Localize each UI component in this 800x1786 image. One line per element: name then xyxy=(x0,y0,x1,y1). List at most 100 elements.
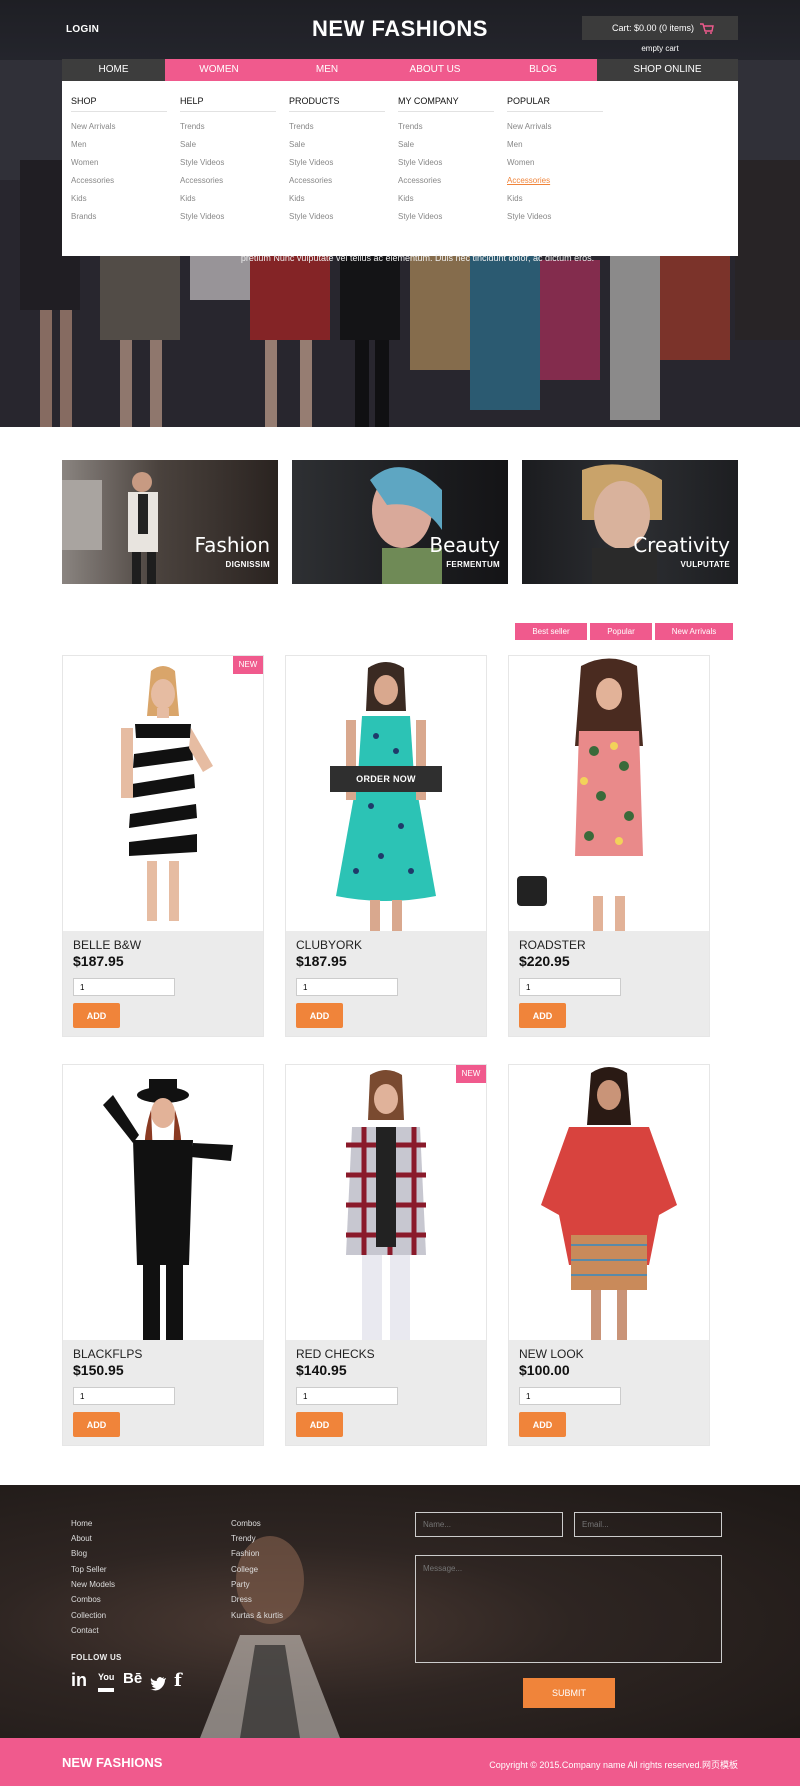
filter-popular[interactable]: Popular xyxy=(590,623,652,640)
product-card[interactable]: ORDER NOW CLUBYORK $187.95 ADD xyxy=(285,655,487,1037)
footer-logo[interactable]: NEW FASHIONS xyxy=(62,1755,162,1770)
product-card[interactable]: NEW LOOK $100.00 ADD xyxy=(508,1064,710,1446)
mega-link[interactable]: Accessories xyxy=(71,172,167,190)
product-image xyxy=(286,1065,486,1340)
add-to-cart-button[interactable]: ADD xyxy=(519,1412,566,1437)
mega-link[interactable]: Style Videos xyxy=(398,208,494,226)
cart-summary: Cart: $0.00 (0 items) xyxy=(612,23,695,33)
mega-link[interactable]: Sale xyxy=(180,136,276,154)
mega-link[interactable]: Style Videos xyxy=(289,154,385,172)
mega-link[interactable]: Women xyxy=(71,154,167,172)
filter-best-seller[interactable]: Best seller xyxy=(515,623,587,640)
footer-link[interactable]: Combos xyxy=(71,1595,101,1604)
quantity-input[interactable] xyxy=(73,978,175,996)
footer-link[interactable]: Home xyxy=(71,1519,92,1528)
empty-cart-link[interactable]: empty cart xyxy=(582,44,738,53)
footer-link[interactable]: Combos xyxy=(231,1519,261,1528)
mega-col-title: SHOP xyxy=(71,96,167,112)
submit-button[interactable]: SUBMIT xyxy=(523,1678,615,1708)
nav-men[interactable]: MEN xyxy=(273,59,381,81)
mega-link[interactable]: Men xyxy=(71,136,167,154)
footer-link[interactable]: Trendy xyxy=(231,1534,256,1543)
mega-link[interactable]: New Arrivals xyxy=(507,118,603,136)
cart-button[interactable]: Cart: $0.00 (0 items) xyxy=(582,16,738,40)
name-field[interactable] xyxy=(415,1512,563,1537)
product-name[interactable]: BELLE B&W xyxy=(73,938,141,952)
mega-link[interactable]: Kids xyxy=(507,190,603,208)
mega-link[interactable]: Brands xyxy=(71,208,167,226)
product-card[interactable]: BLACKFLPS $150.95 ADD xyxy=(62,1064,264,1446)
product-name[interactable]: BLACKFLPS xyxy=(73,1347,142,1361)
nav-about-us[interactable]: ABOUT US xyxy=(381,59,489,81)
footer-link[interactable]: About xyxy=(71,1534,92,1543)
mega-link[interactable]: Style Videos xyxy=(180,154,276,172)
order-now-button[interactable]: ORDER NOW xyxy=(330,766,442,792)
nav-shop-online[interactable]: SHOP ONLINE xyxy=(597,59,738,81)
facebook-icon[interactable]: f xyxy=(174,1670,182,1691)
mega-col-my-company: MY COMPANY Trends Sale Style Videos Acce… xyxy=(398,96,494,226)
youtube-icon[interactable]: You xyxy=(98,1672,115,1692)
quantity-input[interactable] xyxy=(296,978,398,996)
mega-link[interactable]: Kids xyxy=(398,190,494,208)
filter-new-arrivals[interactable]: New Arrivals xyxy=(655,623,733,640)
product-name[interactable]: ROADSTER xyxy=(519,938,586,952)
mega-link[interactable]: Sale xyxy=(289,136,385,154)
behance-icon[interactable]: Bē xyxy=(123,1670,142,1690)
product-name[interactable]: NEW LOOK xyxy=(519,1347,584,1361)
footer-link[interactable]: Contact xyxy=(71,1626,99,1635)
footer-link[interactable]: Dress xyxy=(231,1595,252,1604)
add-to-cart-button[interactable]: ADD xyxy=(296,1412,343,1437)
mega-link[interactable]: Kids xyxy=(180,190,276,208)
footer-link[interactable]: New Models xyxy=(71,1580,115,1589)
product-card[interactable]: NEW BELLE B&W $187.95 ADD xyxy=(62,655,264,1037)
footer-link[interactable]: Blog xyxy=(71,1549,87,1558)
mega-link[interactable]: Trends xyxy=(398,118,494,136)
footer-link[interactable]: Kurtas & kurtis xyxy=(231,1611,283,1620)
nav-blog[interactable]: BLOG xyxy=(489,59,597,81)
mega-link[interactable]: Kids xyxy=(71,190,167,208)
add-to-cart-button[interactable]: ADD xyxy=(73,1003,120,1028)
banner-creativity[interactable]: Creativity VULPUTATE xyxy=(522,460,738,584)
mega-link[interactable]: New Arrivals xyxy=(71,118,167,136)
message-field[interactable] xyxy=(415,1555,722,1663)
footer-link[interactable]: Collection xyxy=(71,1611,106,1620)
product-card[interactable]: NEW RED CHECKS $140.95 ADD xyxy=(285,1064,487,1446)
add-to-cart-button[interactable]: ADD xyxy=(73,1412,120,1437)
mega-link[interactable]: Style Videos xyxy=(289,208,385,226)
product-name[interactable]: RED CHECKS xyxy=(296,1347,375,1361)
mega-link[interactable]: Men xyxy=(507,136,603,154)
mega-link[interactable]: Trends xyxy=(289,118,385,136)
footer-link[interactable]: College xyxy=(231,1565,258,1574)
mega-link[interactable]: Accessories xyxy=(398,172,494,190)
mega-link[interactable]: Trends xyxy=(180,118,276,136)
mega-link[interactable]: Accessories xyxy=(180,172,276,190)
footer-link[interactable]: Fashion xyxy=(231,1549,259,1558)
nav-women[interactable]: WOMEN xyxy=(165,59,273,81)
quantity-input[interactable] xyxy=(519,978,621,996)
add-to-cart-button[interactable]: ADD xyxy=(519,1003,566,1028)
product-price: $100.00 xyxy=(519,1362,570,1378)
product-name[interactable]: CLUBYORK xyxy=(296,938,362,952)
nav-home[interactable]: HOME xyxy=(62,59,165,81)
add-to-cart-button[interactable]: ADD xyxy=(296,1003,343,1028)
quantity-input[interactable] xyxy=(519,1387,621,1405)
mega-link[interactable]: Accessories xyxy=(289,172,385,190)
mega-link-active[interactable]: Accessories xyxy=(507,172,603,190)
mega-link[interactable]: Women xyxy=(507,154,603,172)
mega-link[interactable]: Style Videos xyxy=(398,154,494,172)
email-field[interactable] xyxy=(574,1512,722,1537)
banner-subtitle: VULPUTATE xyxy=(680,560,730,569)
mega-link[interactable]: Sale xyxy=(398,136,494,154)
footer-link[interactable]: Top Seller xyxy=(71,1565,107,1574)
quantity-input[interactable] xyxy=(296,1387,398,1405)
linkedin-icon[interactable]: in xyxy=(71,1670,87,1690)
quantity-input[interactable] xyxy=(73,1387,175,1405)
footer-link[interactable]: Party xyxy=(231,1580,250,1589)
banner-beauty[interactable]: Beauty FERMENTUM xyxy=(292,460,508,584)
product-card[interactable]: ROADSTER $220.95 ADD xyxy=(508,655,710,1037)
mega-link[interactable]: Style Videos xyxy=(507,208,603,226)
mega-link[interactable]: Kids xyxy=(289,190,385,208)
twitter-icon[interactable] xyxy=(150,1673,166,1693)
mega-link[interactable]: Style Videos xyxy=(180,208,276,226)
banner-fashion[interactable]: Fashion DIGNISSIM xyxy=(62,460,278,584)
